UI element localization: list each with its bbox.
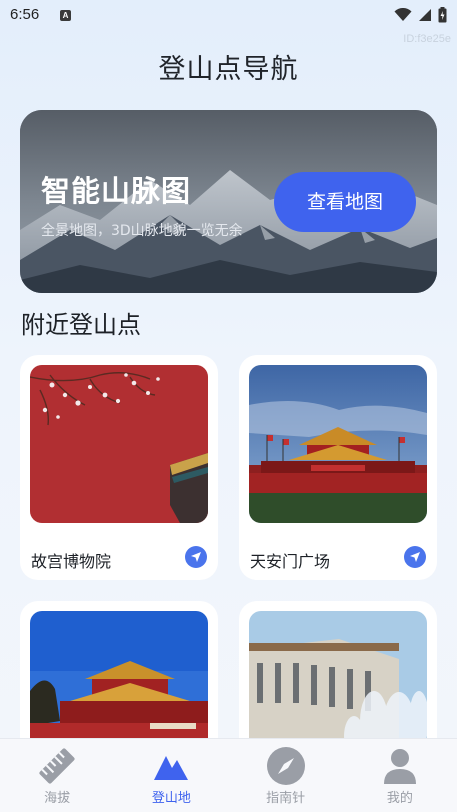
banner-title: 智能山脉图 [41, 174, 192, 208]
tab-label: 我的 [386, 791, 413, 806]
tab-label: 海拔 [44, 791, 71, 806]
spot-card[interactable] [20, 601, 218, 761]
wifi-icon [394, 8, 412, 21]
tab-compass[interactable]: 指南针 [229, 739, 343, 812]
ruler-icon [39, 748, 75, 784]
person-icon [383, 749, 416, 784]
spot-card[interactable]: 天安门广场 [239, 355, 437, 580]
spot-photo [249, 365, 427, 523]
tab-mountain[interactable]: 登山地 [114, 739, 228, 812]
status-bar: 6:56 A [0, 0, 457, 32]
nearby-section-title: 附近登山点 [21, 311, 141, 339]
view-map-button[interactable]: 查看地图 [274, 172, 416, 232]
mountain-map-banner[interactable]: 智能山脉图 全景地图，3D山脉地貌一览无余 查看地图 [20, 110, 437, 293]
tab-profile[interactable]: 我的 [343, 739, 457, 812]
spot-name: 故宫博物院 [31, 552, 112, 571]
signal-icon [419, 9, 431, 21]
navigation-arrow-icon [410, 552, 420, 562]
notification-icon: A [60, 10, 71, 21]
tab-altitude[interactable]: 海拔 [0, 739, 114, 812]
page-title: 登山点导航 [158, 54, 299, 85]
compass-icon [266, 747, 305, 785]
bottom-tab-bar: 海拔 登山地 指南针 我的 [0, 738, 457, 812]
tab-label: 指南针 [266, 791, 306, 806]
tab-label: 登山地 [151, 791, 191, 806]
status-time: 6:56 [10, 6, 40, 23]
navigate-button[interactable] [185, 546, 207, 568]
spot-name: 天安门广场 [250, 552, 331, 571]
spot-card[interactable]: 故宫博物院 [20, 355, 218, 580]
navigation-arrow-icon [191, 552, 201, 562]
mountain-icon [154, 756, 189, 780]
spot-card[interactable] [239, 601, 437, 761]
spot-photo [30, 365, 208, 523]
device-id: ID:f3e25e [403, 33, 451, 45]
battery-icon [438, 7, 447, 23]
navigate-button[interactable] [404, 546, 426, 568]
status-icons [394, 7, 447, 23]
banner-subtitle: 全景地图，3D山脉地貌一览无余 [41, 223, 243, 239]
